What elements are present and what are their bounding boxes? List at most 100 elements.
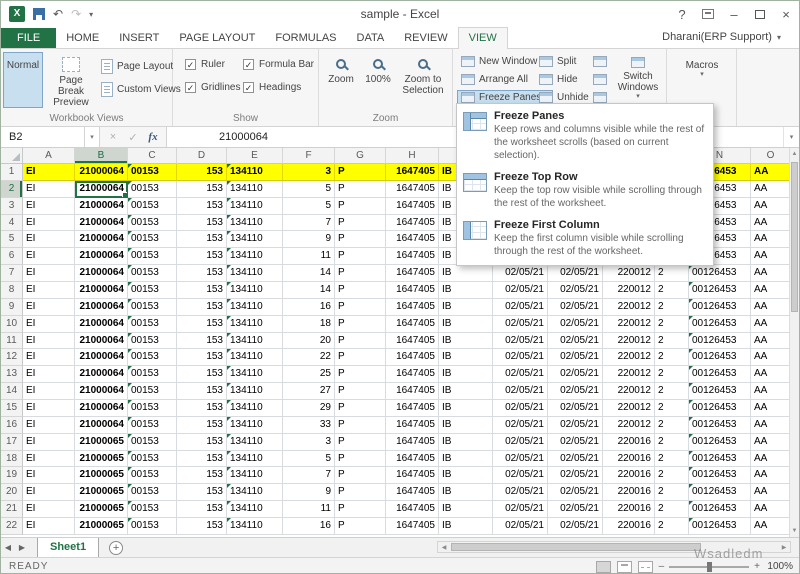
cell-O22[interactable]: AA xyxy=(751,518,791,535)
cell-E1[interactable]: 134110 xyxy=(227,164,283,181)
cell-J9[interactable]: 02/05/21 xyxy=(493,298,548,316)
row-header-17[interactable]: 17 xyxy=(1,433,23,451)
cell-K12[interactable]: 02/05/21 xyxy=(548,349,603,367)
cell-I22[interactable]: IB xyxy=(439,518,493,535)
cell-F20[interactable]: 9 xyxy=(283,484,335,502)
scroll-left-icon[interactable]: ◀ xyxy=(438,542,450,552)
cell-G7[interactable]: P xyxy=(335,265,386,283)
cell-L11[interactable]: 220012 xyxy=(603,332,655,350)
cell-C17[interactable]: 00153 xyxy=(128,433,177,451)
cell-D9[interactable]: 153 xyxy=(177,298,227,316)
cell-E10[interactable]: 134110 xyxy=(227,315,283,333)
cell-E13[interactable]: 134110 xyxy=(227,366,283,384)
cell-B8[interactable]: 21000064 xyxy=(75,282,128,299)
menu-item-freeze-first-column[interactable]: Freeze First Column Keep the first colum… xyxy=(457,215,713,263)
cell-A11[interactable]: EI xyxy=(23,332,75,350)
cell-L13[interactable]: 220012 xyxy=(603,366,655,384)
col-header-H[interactable]: H xyxy=(386,148,439,164)
cell-J16[interactable]: 02/05/21 xyxy=(493,416,548,434)
cell-H15[interactable]: 1647405 xyxy=(386,400,439,417)
zoom-100-button[interactable]: 100% xyxy=(361,52,395,108)
cell-N11[interactable]: 00126453 xyxy=(689,332,751,350)
cell-N15[interactable]: 00126453 xyxy=(689,400,751,417)
cell-O14[interactable]: AA xyxy=(751,383,791,401)
cell-L20[interactable]: 220016 xyxy=(603,484,655,502)
page-break-view-status-button[interactable] xyxy=(637,560,653,573)
cell-C4[interactable]: 00153 xyxy=(128,214,177,232)
cell-I15[interactable]: IB xyxy=(439,400,493,417)
horizontal-scrollbar-thumb[interactable] xyxy=(451,543,701,551)
cell-M20[interactable]: 2 xyxy=(655,484,689,502)
cell-H11[interactable]: 1647405 xyxy=(386,332,439,350)
cell-I9[interactable]: IB xyxy=(439,298,493,316)
cell-C15[interactable]: 00153 xyxy=(128,400,177,417)
cell-D8[interactable]: 153 xyxy=(177,282,227,299)
cell-N10[interactable]: 00126453 xyxy=(689,315,751,333)
cell-H2[interactable]: 1647405 xyxy=(386,180,439,198)
cell-G5[interactable]: P xyxy=(335,231,386,249)
normal-view-button[interactable]: Normal xyxy=(3,52,794,573)
cell-G13[interactable]: P xyxy=(335,366,386,384)
cell-L14[interactable]: 220012 xyxy=(603,383,655,401)
cell-B16[interactable]: 21000064 xyxy=(75,416,128,434)
cell-A19[interactable]: EI xyxy=(23,467,75,485)
cell-C22[interactable]: 00153 xyxy=(128,518,177,535)
cell-G8[interactable]: P xyxy=(335,282,386,299)
enter-icon[interactable]: ✓ xyxy=(124,131,142,144)
row-header-20[interactable]: 20 xyxy=(1,484,23,502)
cell-O15[interactable]: AA xyxy=(751,400,791,417)
cell-A20[interactable]: EI xyxy=(23,484,75,502)
col-header-F[interactable]: F xyxy=(283,148,335,164)
cell-M15[interactable]: 2 xyxy=(655,400,689,417)
cell-O6[interactable]: AA xyxy=(751,248,791,266)
cell-N9[interactable]: 00126453 xyxy=(689,298,751,316)
tab-review[interactable]: REVIEW xyxy=(394,28,457,48)
zoom-to-selection-button[interactable]: Zoom to Selection xyxy=(397,52,449,108)
cell-F8[interactable]: 14 xyxy=(283,282,335,299)
cell-H17[interactable]: 1647405 xyxy=(386,433,439,451)
new-window-button[interactable]: New Window xyxy=(457,54,541,69)
cell-E20[interactable]: 134110 xyxy=(227,484,283,502)
cell-H21[interactable]: 1647405 xyxy=(386,501,439,519)
help-button[interactable]: ? xyxy=(669,3,695,25)
cell-J13[interactable]: 02/05/21 xyxy=(493,366,548,384)
cell-O17[interactable]: AA xyxy=(751,433,791,451)
cell-A21[interactable]: EI xyxy=(23,501,75,519)
cell-J14[interactable]: 02/05/21 xyxy=(493,383,548,401)
cell-B15[interactable]: 21000064 xyxy=(75,400,128,417)
row-header-9[interactable]: 9 xyxy=(1,298,23,316)
cell-F10[interactable]: 18 xyxy=(283,315,335,333)
row-header-5[interactable]: 5 xyxy=(1,231,23,249)
vertical-scrollbar-thumb[interactable] xyxy=(791,162,798,312)
account-menu[interactable]: Dharani(ERP Support) ▾ xyxy=(662,31,781,43)
zoom-button[interactable]: Zoom xyxy=(323,52,359,108)
scroll-right-icon[interactable]: ▶ xyxy=(778,542,790,552)
cell-F22[interactable]: 16 xyxy=(283,518,335,535)
cell-O20[interactable]: AA xyxy=(751,484,791,502)
cell-N21[interactable]: 00126453 xyxy=(689,501,751,519)
cell-H13[interactable]: 1647405 xyxy=(386,366,439,384)
cell-O12[interactable]: AA xyxy=(751,349,791,367)
row-header-4[interactable]: 4 xyxy=(1,214,23,232)
gridlines-checkbox[interactable]: ✓ Gridlines xyxy=(185,82,240,93)
cell-G10[interactable]: P xyxy=(335,315,386,333)
cell-H9[interactable]: 1647405 xyxy=(386,298,439,316)
page-layout-view-status-button[interactable] xyxy=(616,560,632,573)
cell-F14[interactable]: 27 xyxy=(283,383,335,401)
cell-K17[interactable]: 02/05/21 xyxy=(548,433,603,451)
cell-L8[interactable]: 220012 xyxy=(603,282,655,299)
cell-G3[interactable]: P xyxy=(335,197,386,215)
cell-A14[interactable]: EI xyxy=(23,383,75,401)
cell-I17[interactable]: IB xyxy=(439,433,493,451)
vertical-scrollbar[interactable]: ▲ ▼ xyxy=(789,148,799,537)
cell-K21[interactable]: 02/05/21 xyxy=(548,501,603,519)
row-header-15[interactable]: 15 xyxy=(1,400,23,417)
cell-B4[interactable]: 21000064 xyxy=(75,214,128,232)
cell-E14[interactable]: 134110 xyxy=(227,383,283,401)
cell-K19[interactable]: 02/05/21 xyxy=(548,467,603,485)
custom-views-button[interactable]: Custom Views xyxy=(97,80,185,99)
cell-G18[interactable]: P xyxy=(335,450,386,468)
cell-B9[interactable]: 21000064 xyxy=(75,298,128,316)
cell-J22[interactable]: 02/05/21 xyxy=(493,518,548,535)
cell-A18[interactable]: EI xyxy=(23,450,75,468)
